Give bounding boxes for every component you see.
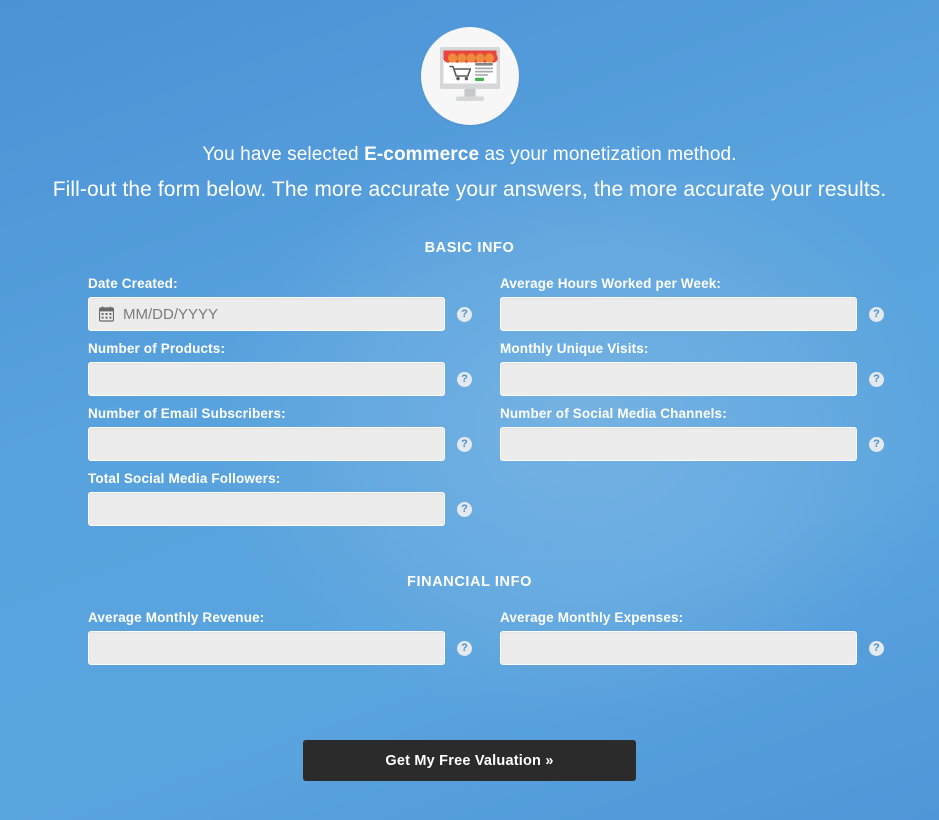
field-number-of-email-subscribers: Number of Email Subscribers: ?	[88, 406, 500, 471]
input-number-of-email-subscribers[interactable]	[99, 428, 434, 460]
intro-line-1: You have selected E-commerce as your mon…	[0, 142, 939, 169]
field-number-of-social-media-channels: Number of Social Media Channels: ?	[500, 406, 912, 471]
label-average-monthly-revenue: Average Monthly Revenue:	[88, 610, 265, 625]
field-average-monthly-expenses: Average Monthly Expenses: ?	[500, 610, 912, 675]
label-total-social-media-followers: Total Social Media Followers:	[88, 471, 281, 486]
input-row-average-monthly-revenue: ?	[88, 631, 500, 665]
help-icon-monthly-unique-visits[interactable]: ?	[869, 371, 884, 387]
help-icon-average-hours-worked-per-week[interactable]: ?	[869, 306, 884, 322]
label-monthly-unique-visits: Monthly Unique Visits:	[500, 341, 649, 356]
input-average-hours-worked-per-week[interactable]	[511, 298, 846, 330]
input-box-number-of-email-subscribers[interactable]	[88, 427, 445, 461]
label-average-monthly-expenses: Average Monthly Expenses:	[500, 610, 684, 625]
intro-line-2: Fill-out the form below. The more accura…	[52, 177, 887, 201]
input-row-number-of-products: ?	[88, 362, 500, 396]
get-my-free-valuation-button[interactable]: Get My Free Valuation »	[303, 740, 636, 781]
label-number-of-products: Number of Products:	[88, 341, 226, 356]
input-number-of-products[interactable]	[99, 363, 434, 395]
input-box-number-of-social-media-channels[interactable]	[500, 427, 857, 461]
help-icon-number-of-social-media-channels[interactable]: ?	[869, 436, 884, 452]
field-average-monthly-revenue: Average Monthly Revenue: ?	[88, 610, 500, 675]
field-number-of-products: Number of Products: ?	[88, 341, 500, 406]
label-date-created: Date Created:	[88, 276, 178, 291]
field-date-created: Date Created: MM/DD/YYYY ?	[88, 276, 500, 341]
input-box-monthly-unique-visits[interactable]	[500, 362, 857, 396]
hero-icon-wrap	[0, 27, 939, 125]
input-box-date-created[interactable]	[88, 297, 445, 331]
input-row-date-created: ?	[88, 297, 500, 331]
input-box-average-hours-worked-per-week[interactable]	[500, 297, 857, 331]
input-row-monthly-unique-visits: ?	[500, 362, 912, 396]
help-icon-average-monthly-revenue[interactable]: ?	[457, 640, 472, 656]
input-total-social-media-followers[interactable]	[99, 493, 434, 525]
submit-area: Get My Free Valuation »	[0, 740, 939, 781]
label-average-hours-worked-per-week: Average Hours Worked per Week:	[500, 276, 722, 291]
ecommerce-storefront-monitor-icon	[420, 27, 519, 125]
input-row-total-social-media-followers: ?	[88, 492, 500, 526]
field-monthly-unique-visits: Monthly Unique Visits: ?	[500, 341, 912, 406]
basic-info-fields: Date Created: MM/DD/YYYY ? Average Hours…	[88, 276, 888, 536]
input-monthly-unique-visits[interactable]	[511, 363, 846, 395]
input-date-created[interactable]	[123, 298, 434, 330]
section-title-basic-info: BASIC INFO	[424, 240, 515, 256]
section-title-financial-info: FINANCIAL INFO	[407, 574, 532, 590]
input-row-average-monthly-expenses: ?	[500, 631, 912, 665]
intro-line-1-before: You have selected	[202, 144, 365, 165]
input-row-number-of-email-subscribers: ?	[88, 427, 500, 461]
input-row-number-of-social-media-channels: ?	[500, 427, 912, 461]
help-icon-average-monthly-expenses[interactable]: ?	[869, 640, 884, 656]
financial-info-fields: Average Monthly Revenue: ? Average Month…	[88, 610, 888, 675]
intro-text: You have selected E-commerce as your mon…	[0, 142, 939, 205]
field-total-social-media-followers: Total Social Media Followers: ?	[88, 471, 500, 536]
label-number-of-social-media-channels: Number of Social Media Channels:	[500, 406, 727, 421]
help-icon-date-created[interactable]: ?	[457, 306, 472, 322]
valuation-form-page: You have selected E-commerce as your mon…	[0, 0, 939, 820]
monetization-method-name: E-commerce	[364, 144, 480, 165]
help-icon-number-of-products[interactable]: ?	[457, 371, 472, 387]
input-box-total-social-media-followers[interactable]	[88, 492, 445, 526]
input-box-average-monthly-revenue[interactable]	[88, 631, 445, 665]
label-number-of-email-subscribers: Number of Email Subscribers:	[88, 406, 286, 421]
input-number-of-social-media-channels[interactable]	[511, 428, 846, 460]
valuation-form: BASIC INFO Date Created: MM/DD/YYYY ? Av…	[0, 240, 939, 675]
input-average-monthly-expenses[interactable]	[511, 632, 846, 664]
field-spacer	[500, 471, 912, 536]
input-row-average-hours-worked-per-week: ?	[500, 297, 912, 331]
input-average-monthly-revenue[interactable]	[99, 632, 434, 664]
input-box-average-monthly-expenses[interactable]	[500, 631, 857, 665]
input-box-number-of-products[interactable]	[88, 362, 445, 396]
calendar-icon	[99, 306, 114, 322]
help-icon-number-of-email-subscribers[interactable]: ?	[457, 436, 472, 452]
help-icon-total-social-media-followers[interactable]: ?	[457, 501, 472, 517]
field-average-hours-worked-per-week: Average Hours Worked per Week: ?	[500, 276, 912, 341]
intro-line-1-after: as your monetization method.	[479, 144, 737, 165]
